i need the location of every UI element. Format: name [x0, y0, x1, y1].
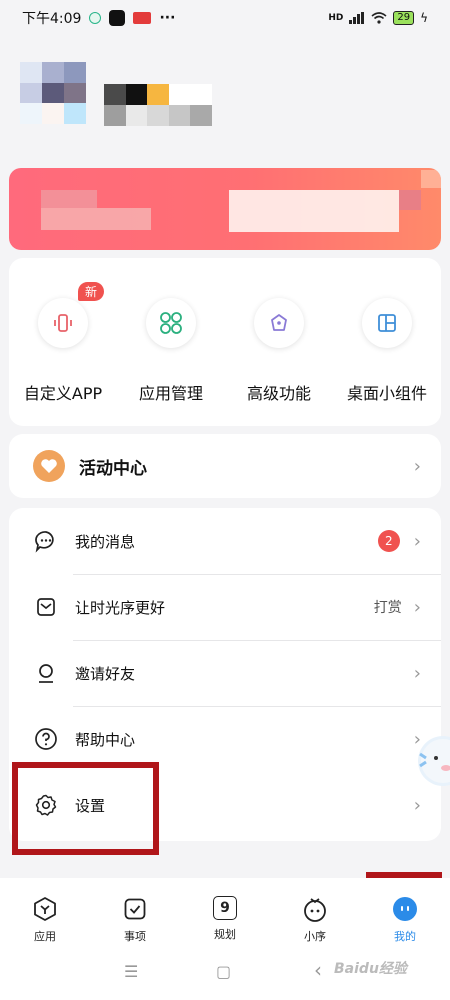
- feature-custom-app[interactable]: 自定义APP: [9, 298, 117, 404]
- highlight-settings: [12, 762, 159, 855]
- signal-icon: [349, 12, 365, 24]
- tip-label: 打赏: [373, 600, 402, 616]
- checkbox-icon: [122, 896, 148, 922]
- chevron-right-icon: ›: [413, 530, 421, 552]
- network-type: HD: [328, 13, 344, 23]
- chevron-right-icon: ›: [413, 596, 421, 618]
- tab-label: 应用: [34, 930, 56, 943]
- more-notifications: ···: [159, 10, 176, 26]
- tab-label: 小序: [304, 930, 326, 943]
- widget-layout-icon: [362, 298, 412, 348]
- promo-banner[interactable]: [9, 168, 441, 250]
- envelope-icon: [33, 594, 59, 620]
- menu-label: 帮助中心: [75, 730, 136, 749]
- menu-label: 邀请好友: [75, 664, 136, 683]
- tab-assistant[interactable]: 小序: [270, 878, 360, 946]
- calendar-day: 9: [220, 900, 230, 916]
- avatar[interactable]: [20, 62, 86, 124]
- menu-item-improve[interactable]: 让时光序更好 打赏 ›: [9, 574, 441, 640]
- profile-face-icon: [392, 896, 418, 922]
- pen-tip-icon: [254, 298, 304, 348]
- tab-mine[interactable]: 我的: [360, 878, 450, 946]
- news-app-icon: [133, 12, 152, 24]
- feature-app-management[interactable]: 应用管理: [117, 298, 225, 404]
- home-key[interactable]: ▢: [216, 962, 231, 981]
- app-hex-icon: [32, 896, 58, 922]
- chevron-right-icon: ›: [413, 455, 421, 477]
- activity-center[interactable]: 活动中心 ›: [9, 434, 441, 498]
- tab-tasks[interactable]: 事项: [90, 878, 180, 946]
- menu-item-invite[interactable]: 邀请好友 ›: [9, 640, 441, 706]
- tab-label: 规划: [214, 928, 236, 941]
- heart-icon: [33, 450, 65, 482]
- status-time: 下午4:09: [22, 11, 82, 27]
- tab-plan[interactable]: 9 规划: [180, 878, 270, 946]
- activity-title: 活动中心: [79, 458, 147, 479]
- grid-circles-icon: [146, 298, 196, 348]
- chat-bubble-icon: [33, 528, 59, 554]
- calendar-9-icon: 9: [213, 896, 237, 920]
- feature-label: 高级功能: [246, 384, 311, 403]
- battery-indicator: 29: [393, 11, 415, 25]
- feature-label: 自定义APP: [23, 384, 103, 403]
- wifi-icon: [371, 12, 387, 24]
- app-notification-icon: [89, 12, 102, 24]
- mascot-icon: [302, 896, 328, 922]
- username[interactable]: [104, 84, 212, 126]
- status-bar: 下午4:09 ··· HD 29 ϟ: [0, 0, 450, 36]
- new-badge: 新: [78, 282, 105, 301]
- tiktok-icon: [109, 10, 126, 26]
- phone-vibrate-icon: [38, 298, 88, 348]
- help-circle-icon: [33, 726, 59, 752]
- unread-count-badge: 2: [377, 530, 400, 552]
- charging-icon: ϟ: [420, 11, 428, 25]
- feature-desktop-widgets[interactable]: 桌面小组件: [333, 298, 441, 404]
- user-icon: [33, 660, 59, 686]
- menu-label: 让时光序更好: [75, 598, 166, 617]
- bottom-tab-bar: 应用 事项 9 规划 小序 我的: [0, 878, 450, 946]
- chevron-right-icon: ›: [413, 662, 421, 684]
- tab-label: 我的: [394, 930, 416, 943]
- feature-label: 应用管理: [138, 384, 203, 403]
- feature-advanced[interactable]: 高级功能: [225, 298, 333, 404]
- menu-label: 我的消息: [75, 532, 136, 551]
- back-key[interactable]: ‹: [314, 958, 322, 982]
- floating-mascot[interactable]: [418, 736, 450, 786]
- feature-label: 桌面小组件: [346, 384, 427, 403]
- watermark: Baidu经验: [334, 961, 407, 977]
- tab-label: 事项: [124, 930, 146, 943]
- tab-apps[interactable]: 应用: [0, 878, 90, 946]
- menu-key[interactable]: ☰: [124, 962, 138, 981]
- feature-grid: 自定义APP 新 应用管理 高级功能 桌面小组件: [9, 258, 441, 426]
- chevron-right-icon: ›: [413, 794, 421, 816]
- mascot-icon: [419, 739, 450, 783]
- menu-item-messages[interactable]: 我的消息 2 ›: [9, 508, 441, 574]
